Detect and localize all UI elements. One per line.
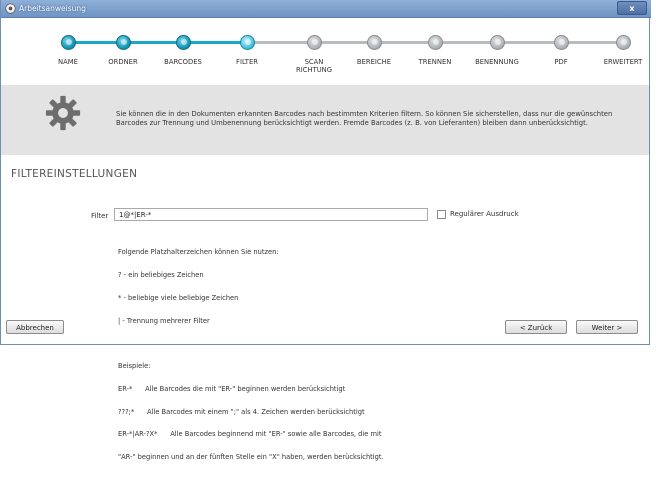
help-line <box>118 340 384 348</box>
help-line: | - Trennung mehrerer Filter <box>118 316 210 325</box>
step-indicator[interactable] <box>428 35 443 50</box>
filter-input[interactable] <box>114 208 428 221</box>
window-title: Arbeitsanweisung <box>19 4 86 13</box>
wizard-window: Arbeitsanweisung x NAME ORDNER BARCODES FIL… <box>0 0 651 461</box>
back-button[interactable]: < Zurück <box>505 320 567 334</box>
step-indicator[interactable] <box>240 35 255 50</box>
step-connector <box>314 41 374 44</box>
step-label: PDF <box>554 58 568 66</box>
step-label: BENENNUNG <box>475 58 519 66</box>
info-panel: Sie können die in den Dokumenten erkannt… <box>1 85 649 155</box>
step-connector <box>497 41 561 44</box>
regex-checkbox[interactable] <box>437 210 446 219</box>
info-text: Sie können die in den Dokumenten erkannt… <box>116 110 613 127</box>
cancel-button[interactable]: Abbrechen <box>6 320 64 334</box>
close-button[interactable]: x <box>617 1 647 15</box>
step-indicator[interactable] <box>61 35 76 50</box>
step-label: BARCODES <box>164 58 202 66</box>
gear-icon <box>45 95 81 131</box>
section-title: FILTEREINSTELLUNGEN <box>11 168 138 180</box>
step-connector <box>435 41 497 44</box>
step-connector <box>123 41 183 44</box>
help-line: Beispiele: <box>118 362 151 371</box>
help-line: Folgende Platzhalterzeichen können Sie n… <box>118 248 279 257</box>
placeholder-help: Folgende Platzhalterzeichen können Sie n… <box>118 234 384 477</box>
step-connector <box>183 41 247 44</box>
step-indicator[interactable] <box>554 35 569 50</box>
next-button[interactable]: Weiter > <box>576 320 638 334</box>
step-label: BEREICHE <box>356 58 392 66</box>
step-indicator[interactable] <box>176 35 191 50</box>
step-label: TRENNEN <box>418 58 452 66</box>
step-indicator[interactable] <box>116 35 131 50</box>
step-connector <box>247 41 314 44</box>
help-line: ER-*|AR-?X* Alle Barcodes beginnend mit … <box>118 430 382 439</box>
help-line: "AR-" beginnen und an der fünften Stelle… <box>118 453 384 462</box>
step-connector <box>374 41 435 44</box>
help-line: ER-* Alle Barcodes die mit "ER-" beginne… <box>118 384 346 393</box>
step-label: FILTER <box>236 58 258 66</box>
step-indicator[interactable] <box>616 35 631 50</box>
help-line: ? - ein beliebiges Zeichen <box>118 270 204 279</box>
title-bar: Arbeitsanweisung x <box>1 0 651 18</box>
step-indicator[interactable] <box>307 35 322 50</box>
step-indicator[interactable] <box>490 35 505 50</box>
regex-label: Regulärer Ausdruck <box>450 210 519 218</box>
help-line: * - beliebige viele beliebige Zeichen <box>118 293 239 302</box>
step-label: ERWEITERT <box>603 58 643 66</box>
step-connector <box>561 41 623 44</box>
step-connector <box>68 41 123 44</box>
filter-label: Filter <box>91 212 109 220</box>
wizard-stepper: NAME ORDNER BARCODES FILTER SCAN RICHTUNG BER… <box>1 18 649 78</box>
app-icon <box>5 3 16 14</box>
help-line: ???;* Alle Barcodes mit einem ";" als 4.… <box>118 407 365 416</box>
step-indicator[interactable] <box>367 35 382 50</box>
